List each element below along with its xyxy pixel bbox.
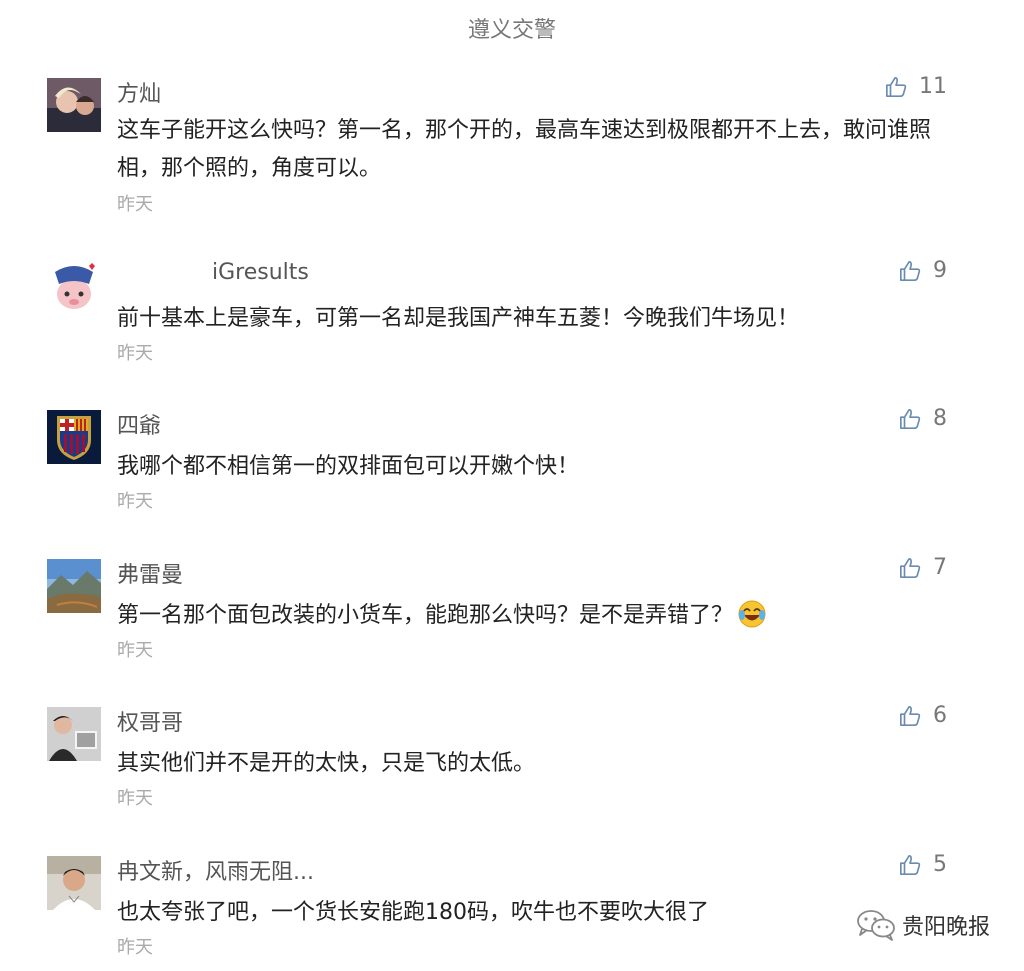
like-button[interactable]: 8 (899, 406, 947, 431)
wechat-icon (857, 910, 895, 941)
watermark-text: 贵阳晚报 (901, 915, 990, 940)
comment-text: 这车子能开这么快吗？第一名，那个开的，最高车速达到极限都开不上去，敢问谁照相，那… (117, 118, 932, 181)
comment-time: 昨天 (117, 194, 153, 215)
thumbs-up-icon (900, 705, 921, 726)
like-button[interactable]: 7 (899, 555, 947, 580)
comment-text: 我哪个都不相信第一的双排面包可以开嫩个快！ (117, 454, 580, 479)
avatar[interactable] (47, 262, 101, 316)
like-button[interactable]: 5 (899, 852, 947, 877)
like-count: 11 (919, 74, 947, 99)
like-count: 7 (933, 555, 947, 580)
watermark: 贵阳晚报 (856, 908, 990, 942)
comment-time: 昨天 (117, 640, 153, 661)
comment-author[interactable]: iGresults (212, 260, 309, 285)
comment-author[interactable]: 方灿 (117, 76, 161, 108)
thumbs-up-icon (900, 260, 921, 281)
comment-text: 也太夸张了吧，一个货长安能跑180码，吹牛也不要吹大很了 (117, 900, 709, 925)
comment-text: 前十基本上是豪车，可第一名却是我国产神车五菱！今晚我们牛场见！ (117, 306, 800, 331)
thumbs-up-icon (900, 408, 921, 429)
comment-author[interactable]: 权哥哥 (117, 705, 183, 737)
thumbs-up-icon (900, 854, 921, 875)
avatar[interactable] (47, 410, 101, 464)
like-button[interactable]: 11 (885, 74, 947, 99)
like-count: 5 (933, 852, 947, 877)
like-button[interactable]: 9 (899, 258, 947, 283)
like-count: 6 (933, 703, 947, 728)
comment-time: 昨天 (117, 788, 153, 809)
comment-author[interactable]: 四爺 (117, 408, 161, 440)
comment-time: 昨天 (117, 491, 153, 512)
comment-time: 昨天 (117, 937, 153, 958)
like-button[interactable]: 6 (899, 703, 947, 728)
laughing-crying-emoji-icon (738, 600, 766, 628)
comment-text: 第一名那个面包改装的小货车，能跑那么快吗？是不是弄错了？ (117, 597, 962, 635)
like-count: 8 (933, 406, 947, 431)
thumbs-up-icon (900, 557, 921, 578)
comment-time: 昨天 (117, 343, 153, 364)
comment-text-body: 第一名那个面包改装的小货车，能跑那么快吗？是不是弄错了？ (117, 603, 734, 628)
avatar[interactable] (47, 856, 101, 910)
comment-author[interactable]: 冉文新，风雨无阻... (117, 854, 314, 886)
page-title: 遵义交警 (467, 18, 556, 43)
thumbs-up-icon (886, 76, 907, 97)
comment-text: 其实他们并不是开的太快，只是飞的太低。 (117, 751, 536, 776)
avatar[interactable] (47, 78, 101, 132)
comment-author[interactable]: 弗雷曼 (117, 557, 183, 589)
avatar[interactable] (47, 707, 101, 761)
like-count: 9 (933, 258, 947, 283)
avatar[interactable] (47, 559, 101, 613)
